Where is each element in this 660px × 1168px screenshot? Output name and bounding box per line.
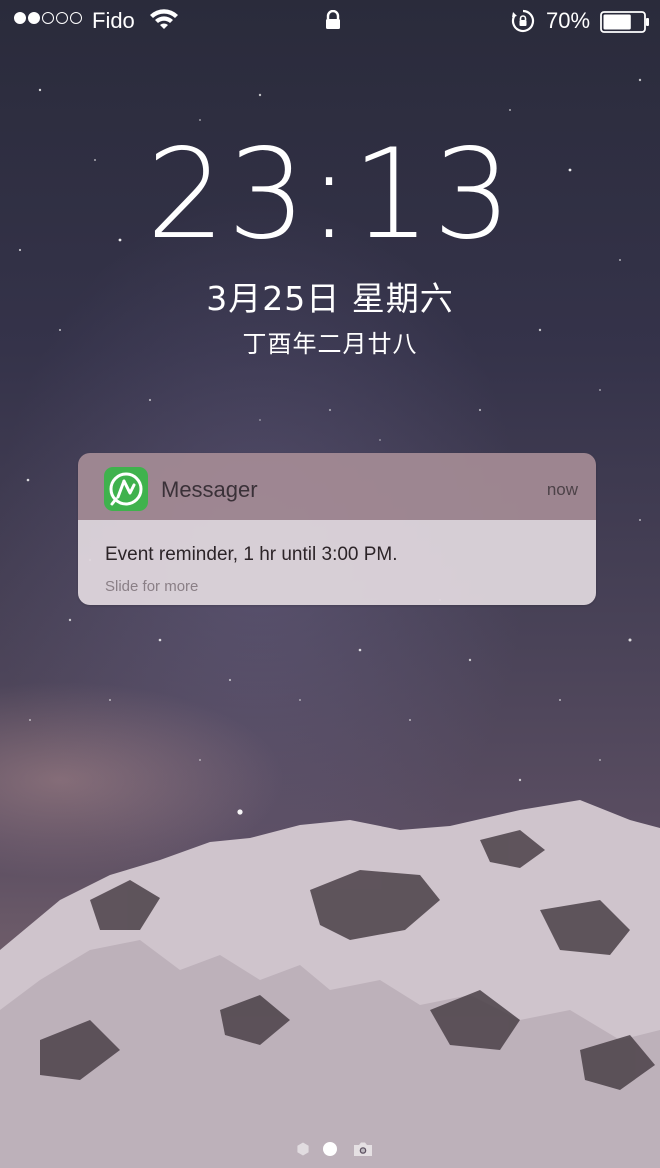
notification-header: Messager now bbox=[78, 453, 596, 520]
signal-dot bbox=[56, 12, 68, 24]
battery-icon bbox=[600, 11, 649, 33]
signal-strength-icon bbox=[14, 12, 82, 24]
lock-screen: Fido 70% 23:13 3月25日 星期六 丁酉年二月廿八 Message… bbox=[0, 0, 660, 1168]
lock-icon bbox=[326, 10, 340, 29]
status-bar: Fido 70% bbox=[0, 0, 660, 42]
messager-app-icon bbox=[104, 467, 148, 511]
notification-body: Event reminder, 1 hr until 3:00 PM. Slid… bbox=[78, 520, 596, 605]
camera-icon[interactable] bbox=[353, 1141, 373, 1157]
signal-dot bbox=[28, 12, 40, 24]
wallpaper-mountain bbox=[0, 800, 660, 1168]
notification-center-page-icon[interactable] bbox=[296, 1142, 310, 1156]
carrier-name: Fido bbox=[92, 8, 135, 33]
signal-dot bbox=[42, 12, 54, 24]
signal-dot bbox=[70, 12, 82, 24]
clock-time: 23:13 bbox=[146, 123, 514, 267]
clock-date: 3月25日 星期六 bbox=[206, 279, 454, 318]
wifi-icon bbox=[150, 9, 178, 29]
lunar-date: 丁酉年二月廿八 bbox=[242, 330, 418, 358]
page-indicator[interactable] bbox=[0, 1139, 660, 1159]
notification-time: now bbox=[546, 480, 578, 499]
notification-slide-hint: Slide for more bbox=[105, 578, 199, 595]
notification-card[interactable]: Messager now Event reminder, 1 hr until … bbox=[78, 453, 596, 605]
current-page-dot[interactable] bbox=[323, 1142, 337, 1156]
rotation-lock-icon bbox=[511, 9, 535, 33]
battery-percentage: 70% bbox=[546, 8, 591, 33]
signal-dot bbox=[14, 12, 26, 24]
battery-fill bbox=[603, 14, 631, 30]
notification-message: Event reminder, 1 hr until 3:00 PM. bbox=[105, 544, 398, 565]
notification-app-name: Messager bbox=[161, 477, 258, 502]
